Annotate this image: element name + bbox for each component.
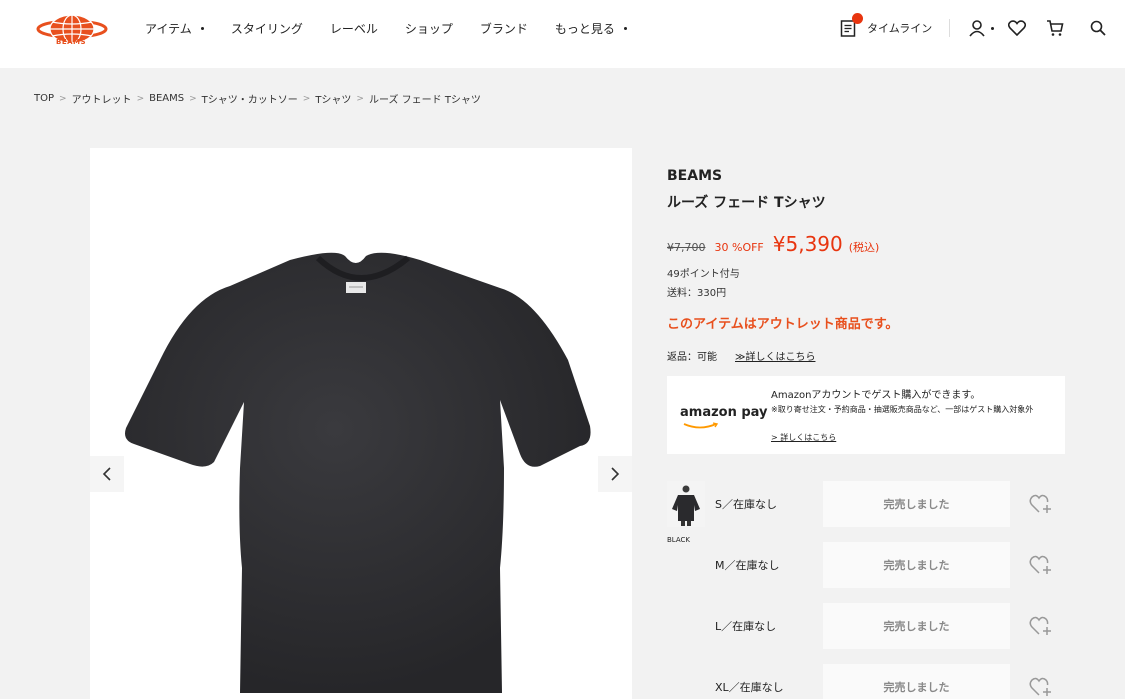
amazon-pay-logo: amazon pay bbox=[680, 405, 768, 420]
nav-label: ブランド bbox=[479, 22, 528, 36]
return-label: 返品：可能 bbox=[667, 352, 717, 363]
heart-plus-icon bbox=[1029, 555, 1051, 574]
add-favorite-button[interactable] bbox=[1029, 615, 1053, 641]
breadcrumb-current: ルーズ フェード Tシャツ bbox=[368, 95, 481, 106]
heart-plus-icon bbox=[1029, 677, 1051, 696]
amazon-guest-text: Amazonアカウントでゲスト購入ができます。 bbox=[771, 390, 981, 401]
sold-out-button[interactable]: 完売しました bbox=[823, 664, 1010, 699]
dropdown-dot-icon bbox=[623, 27, 627, 30]
heart-plus-icon bbox=[1029, 616, 1051, 635]
nav-label: スタイリング bbox=[230, 22, 303, 36]
sold-out-button[interactable]: 完売しました bbox=[823, 481, 1010, 527]
price-row: ¥7,700 30 %OFF ¥5,390 (税込) bbox=[667, 232, 1067, 256]
discount-rate: 30 %OFF bbox=[714, 241, 764, 254]
breadcrumb: TOP > アウトレット > BEAMS > Tシャツ・カットソー > Tシャツ > ルー… bbox=[34, 91, 481, 106]
nav-item-more[interactable]: もっと見る bbox=[555, 20, 627, 37]
nav-item-styling[interactable]: スタイリング bbox=[231, 20, 303, 37]
product-brand[interactable]: BEAMS bbox=[667, 168, 1067, 184]
main-nav: アイテム スタイリング レーベル ショップ ブランド もっと見る bbox=[145, 20, 654, 37]
header-actions: タイムライン bbox=[840, 13, 1106, 38]
size-label: L／在庫なし bbox=[715, 620, 777, 633]
cart-icon[interactable] bbox=[1046, 19, 1064, 37]
product-name: ルーズ フェード Tシャツ bbox=[667, 195, 826, 211]
heart-plus-icon bbox=[1029, 494, 1051, 513]
points-text: 49ポイント付与 bbox=[667, 269, 740, 280]
size-row-l: L／在庫なし 完売しました bbox=[667, 603, 1087, 649]
timeline-label[interactable]: タイムライン bbox=[867, 20, 932, 36]
sold-out-button[interactable]: 完売しました bbox=[823, 603, 1010, 649]
size-row-m: M／在庫なし 完売しました bbox=[667, 542, 1087, 588]
breadcrumb-item[interactable]: Tシャツ・カットソー bbox=[202, 91, 298, 106]
add-favorite-button[interactable] bbox=[1029, 493, 1053, 519]
amazon-pay-box: amazon pay Amazonアカウントでゲスト購入ができます。 ※取り寄せ… bbox=[667, 376, 1065, 454]
nav-label: ショップ bbox=[404, 22, 453, 36]
size-row-s: BLACK S／在庫なし 完売しました bbox=[667, 481, 1087, 544]
next-image-button[interactable] bbox=[598, 456, 632, 492]
sold-out-button[interactable]: 完売しました bbox=[823, 542, 1010, 588]
amazon-note: ※取り寄せ注文・予約商品・抽選販売商品など、一部はゲスト購入対象外 bbox=[771, 405, 1034, 414]
nav-label: もっと見る bbox=[554, 22, 615, 36]
return-policy: 返品：可能 ≫詳しくはこちら bbox=[667, 348, 1067, 363]
breadcrumb-item[interactable]: Tシャツ bbox=[315, 91, 351, 106]
search-icon[interactable] bbox=[1090, 20, 1106, 36]
breadcrumb-separator: > bbox=[356, 93, 364, 104]
chevron-left-icon bbox=[102, 467, 111, 481]
shipping-text: 送料：330円 bbox=[667, 288, 727, 299]
size-row-xl: XL／在庫なし 完売しました bbox=[667, 664, 1087, 699]
product-image bbox=[125, 252, 591, 694]
sale-price: ¥5,390 bbox=[772, 232, 843, 256]
size-label: XL／在庫なし bbox=[715, 681, 784, 694]
color-thumbnail[interactable] bbox=[667, 481, 705, 527]
user-dropdown-dot-icon[interactable] bbox=[991, 26, 995, 30]
prev-image-button[interactable] bbox=[90, 456, 124, 492]
timeline-icon[interactable] bbox=[840, 13, 863, 38]
user-icon[interactable] bbox=[968, 19, 986, 37]
add-favorite-button[interactable] bbox=[1029, 676, 1053, 699]
amazon-smile-icon bbox=[683, 422, 719, 429]
heart-icon[interactable] bbox=[1008, 20, 1027, 36]
breadcrumb-separator: > bbox=[302, 93, 311, 104]
header-divider bbox=[949, 19, 951, 37]
outlet-notice: このアイテムはアウトレット商品です。 bbox=[667, 317, 899, 332]
tax-label: (税込) bbox=[848, 241, 880, 254]
nav-label: レーベル bbox=[329, 22, 378, 36]
breadcrumb-separator: > bbox=[189, 93, 197, 104]
dropdown-dot-icon bbox=[200, 27, 204, 30]
nav-label: アイテム bbox=[145, 22, 192, 36]
add-favorite-button[interactable] bbox=[1029, 554, 1053, 580]
breadcrumb-item[interactable]: BEAMS bbox=[149, 93, 184, 104]
logo-wordmark: BEAMS bbox=[56, 38, 87, 46]
breadcrumb-separator: > bbox=[136, 93, 145, 104]
amazon-details-link[interactable]: > 詳しくはこちら bbox=[771, 432, 836, 443]
product-image-panel bbox=[90, 148, 632, 699]
breadcrumb-item[interactable]: TOP bbox=[34, 93, 54, 104]
size-label: S／在庫なし bbox=[715, 498, 777, 511]
breadcrumb-item[interactable]: アウトレット bbox=[72, 91, 132, 106]
chevron-right-icon bbox=[611, 467, 620, 481]
original-price: ¥7,700 bbox=[667, 241, 706, 254]
return-details-link[interactable]: ≫詳しくはこちら bbox=[735, 348, 815, 363]
size-label: M／在庫なし bbox=[715, 559, 780, 572]
breadcrumb-separator: > bbox=[59, 93, 67, 104]
nav-item-shop[interactable]: ショップ bbox=[405, 20, 453, 37]
nav-item-items[interactable]: アイテム bbox=[145, 20, 204, 37]
nav-item-label[interactable]: レーベル bbox=[330, 20, 378, 37]
site-header: BEAMS アイテム スタイリング レーベル ショップ ブランド もっと見る タ… bbox=[0, 0, 1125, 68]
product-info: BEAMS ルーズ フェード Tシャツ ¥7,700 30 %OFF ¥5,39… bbox=[667, 168, 1067, 363]
notification-badge bbox=[852, 13, 863, 24]
nav-item-brand[interactable]: ブランド bbox=[480, 20, 528, 37]
